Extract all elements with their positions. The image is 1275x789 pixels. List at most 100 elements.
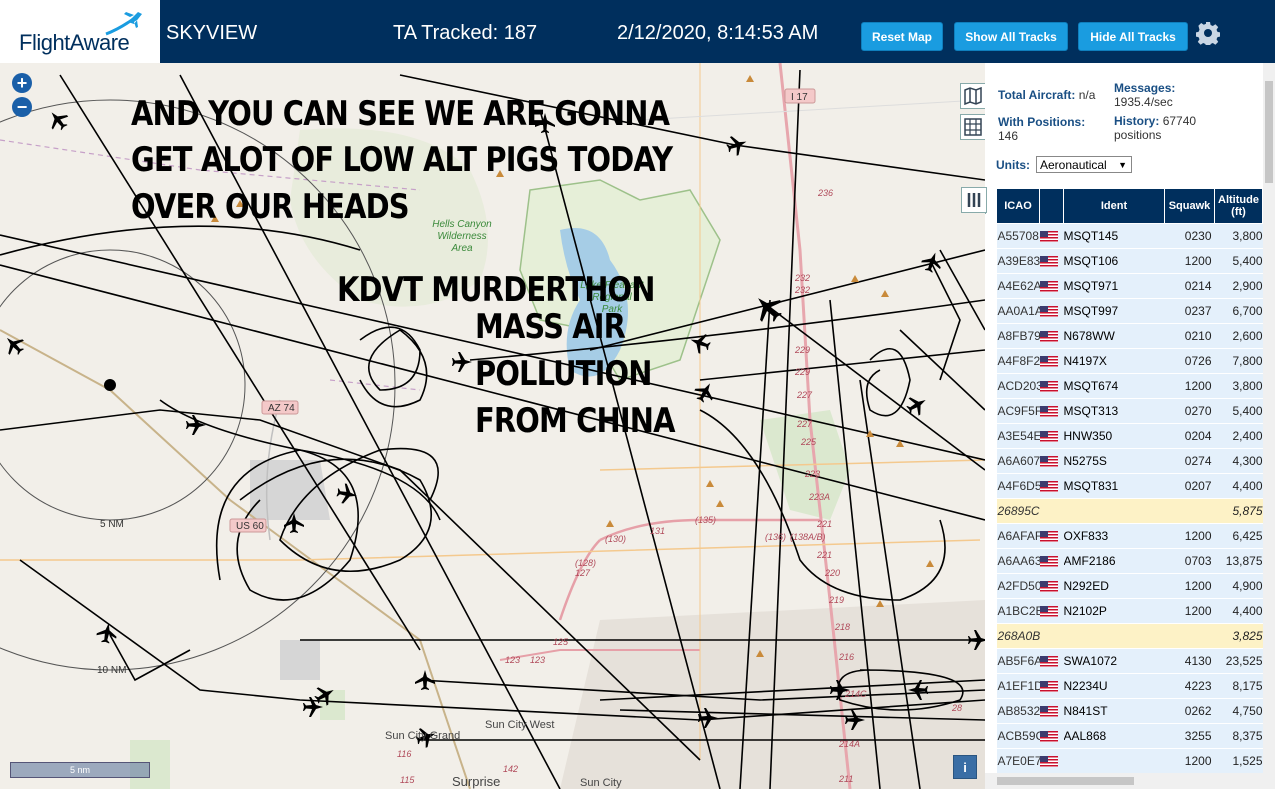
scrollbar-thumb[interactable] (1265, 81, 1273, 183)
cell-icao: A6AFAF (996, 523, 1040, 549)
cell-ident: MSQT145 (1063, 223, 1165, 249)
show-all-tracks-button[interactable]: Show All Tracks (954, 22, 1068, 51)
cell-ident: AAL868 (1063, 723, 1165, 749)
svg-text:28: 28 (951, 703, 962, 713)
top-bar: FlightAware SKYVIEW TA Tracked: 187 2/12… (0, 0, 1275, 64)
table-row[interactable]: AB5F6A SWA1072 4130 23,525 (996, 648, 1263, 674)
cell-altitude: 5,400 (1214, 398, 1263, 424)
cell-flag (1039, 723, 1064, 749)
us-flag-icon (1039, 731, 1058, 743)
table-row[interactable]: A4E62A MSQT971 0214 2,900 (996, 273, 1263, 299)
units-value: Aeronautical (1040, 158, 1107, 172)
table-row[interactable]: A4F8F2 N4197X 0726 7,800 (996, 348, 1263, 374)
flightaware-logo[interactable]: FlightAware (0, 0, 160, 64)
sidebar-horizontal-scrollbar[interactable] (985, 773, 1263, 789)
info-button[interactable]: i (953, 755, 977, 779)
us-flag-icon (1039, 531, 1058, 543)
cell-ident: MSQT831 (1063, 473, 1165, 499)
svg-text:220: 220 (824, 568, 840, 578)
cell-squawk: 0703 (1164, 548, 1215, 574)
column-header-altitude[interactable]: Altitude (ft) (1214, 188, 1263, 224)
total-aircraft-stat: Total Aircraft: n/a (998, 88, 1095, 102)
messages-stat: Messages: 1935.4/sec (1114, 81, 1224, 109)
cell-squawk: 0270 (1164, 398, 1215, 424)
column-header-flag[interactable] (1039, 188, 1064, 224)
table-row[interactable]: ACB59C AAL86832558,375 (996, 723, 1263, 749)
cell-squawk: 3255 (1164, 723, 1215, 749)
table-row[interactable]: A7E0E7 1200 1,525 (996, 748, 1263, 774)
table-row[interactable]: 26895C 5,875 (996, 498, 1263, 524)
table-row[interactable]: A39E83 MSQT106 1200 5,400 (996, 248, 1263, 274)
table-row[interactable]: A4F6D5 MSQT831 0207 4,400 (996, 473, 1263, 499)
us-flag-icon (1039, 756, 1058, 768)
aircraft-table: ICAO Ident Squawk Altitude (ft) A55708 MS… (996, 188, 1263, 789)
column-header-squawk[interactable]: Squawk (1164, 188, 1215, 224)
table-row[interactable]: A6AFAF OXF833 1200 6,425 (996, 523, 1263, 549)
cell-flag (1039, 423, 1064, 449)
cell-ident: N4197X (1063, 348, 1165, 374)
cell-icao: ACD203 (996, 373, 1040, 399)
table-row[interactable]: A1EF1D N2234U 4223 8,175 (996, 673, 1263, 699)
table-row[interactable]: A6A607 N5275S 0274 4,300 (996, 448, 1263, 474)
reset-map-button[interactable]: Reset Map (861, 22, 943, 51)
columns-icon (967, 193, 981, 207)
us-flag-icon (1039, 406, 1058, 418)
table-row[interactable]: ACD203 MSQT674 1200 3,800 (996, 373, 1263, 399)
with-positions-stat: With Positions: 146 (998, 115, 1108, 143)
cell-flag (1039, 473, 1064, 499)
column-header-ident[interactable]: Ident (1063, 188, 1165, 224)
us-flag-icon (1039, 306, 1058, 318)
road-shield-label: AZ 74 (268, 403, 295, 414)
cell-icao: A1EF1D (996, 673, 1040, 699)
table-row[interactable]: AB8532 N841ST 0262 4,750 (996, 698, 1263, 724)
map-view[interactable]: Hells Canyon Wilderness Area Lake Pleasa… (0, 63, 985, 789)
svg-text:(130): (130) (605, 534, 626, 544)
svg-text:216: 216 (838, 652, 854, 662)
range-grid-button[interactable] (960, 114, 985, 140)
cell-altitude: 5,875 (1214, 498, 1263, 524)
aircraft-icon (96, 623, 117, 644)
cell-altitude: 2,600 (1214, 323, 1263, 349)
svg-text:116: 116 (397, 749, 411, 759)
overlay-text-line: GET ALOT OF LOW ALT PIGS TODAY (131, 140, 673, 180)
scrollbar-thumb[interactable] (997, 777, 1134, 785)
table-row[interactable]: A3E54E HNW350 0204 2,400 (996, 423, 1263, 449)
units-select[interactable]: Aeronautical ▼ (1036, 156, 1132, 173)
zoom-in-button[interactable]: + (12, 73, 32, 93)
cell-flag (1039, 498, 1064, 524)
cell-flag (1039, 398, 1064, 424)
sidebar-vertical-scrollbar[interactable] (1263, 63, 1275, 789)
cell-squawk: 1200 (1164, 598, 1215, 624)
table-row[interactable]: A8FB79 N678WW 0210 2,600 (996, 323, 1263, 349)
cell-ident (1063, 748, 1165, 774)
cell-squawk: 0230 (1164, 223, 1215, 249)
table-row[interactable]: A6AA63 AMF2186 0703 13,875 (996, 548, 1263, 574)
zoom-out-button[interactable]: − (12, 97, 32, 117)
svg-text:127: 127 (575, 568, 591, 578)
svg-text:(128): (128) (575, 558, 596, 568)
svg-text:221: 221 (816, 519, 832, 529)
table-row[interactable]: A2FD50 N292ED 1200 4,900 (996, 573, 1263, 599)
table-row[interactable]: A1BC2E N2102P 1200 4,400 (996, 598, 1263, 624)
table-row[interactable]: AC9F5F MSQT313 0270 5,400 (996, 398, 1263, 424)
table-row[interactable]: AA0A1A MSQT997 0237 6,700 (996, 298, 1263, 324)
table-header-row: ICAO Ident Squawk Altitude (ft) (996, 188, 1263, 224)
table-row[interactable]: 268A0B 3,825 (996, 623, 1263, 649)
tracked-count: TA Tracked: 187 (393, 22, 538, 44)
hide-all-tracks-button[interactable]: Hide All Tracks (1078, 22, 1188, 51)
cell-flag (1039, 273, 1064, 299)
cell-altitude: 6,700 (1214, 298, 1263, 324)
gear-icon[interactable] (1196, 21, 1220, 45)
cell-flag (1039, 223, 1064, 249)
column-toggle-button[interactable] (961, 187, 987, 213)
column-header-icao[interactable]: ICAO (996, 188, 1040, 224)
svg-text:232: 232 (794, 285, 810, 295)
range-ring-label: 5 NM (100, 519, 124, 530)
svg-text:(138A/B): (138A/B) (790, 532, 826, 542)
map-layers-button[interactable] (960, 83, 985, 109)
cell-ident: OXF833 (1063, 523, 1165, 549)
map-icon (964, 87, 982, 105)
table-row[interactable]: A55708 MSQT145 0230 3,800 (996, 223, 1263, 249)
us-flag-icon (1039, 481, 1058, 493)
stat-value: 1935.4/sec (1114, 95, 1173, 109)
